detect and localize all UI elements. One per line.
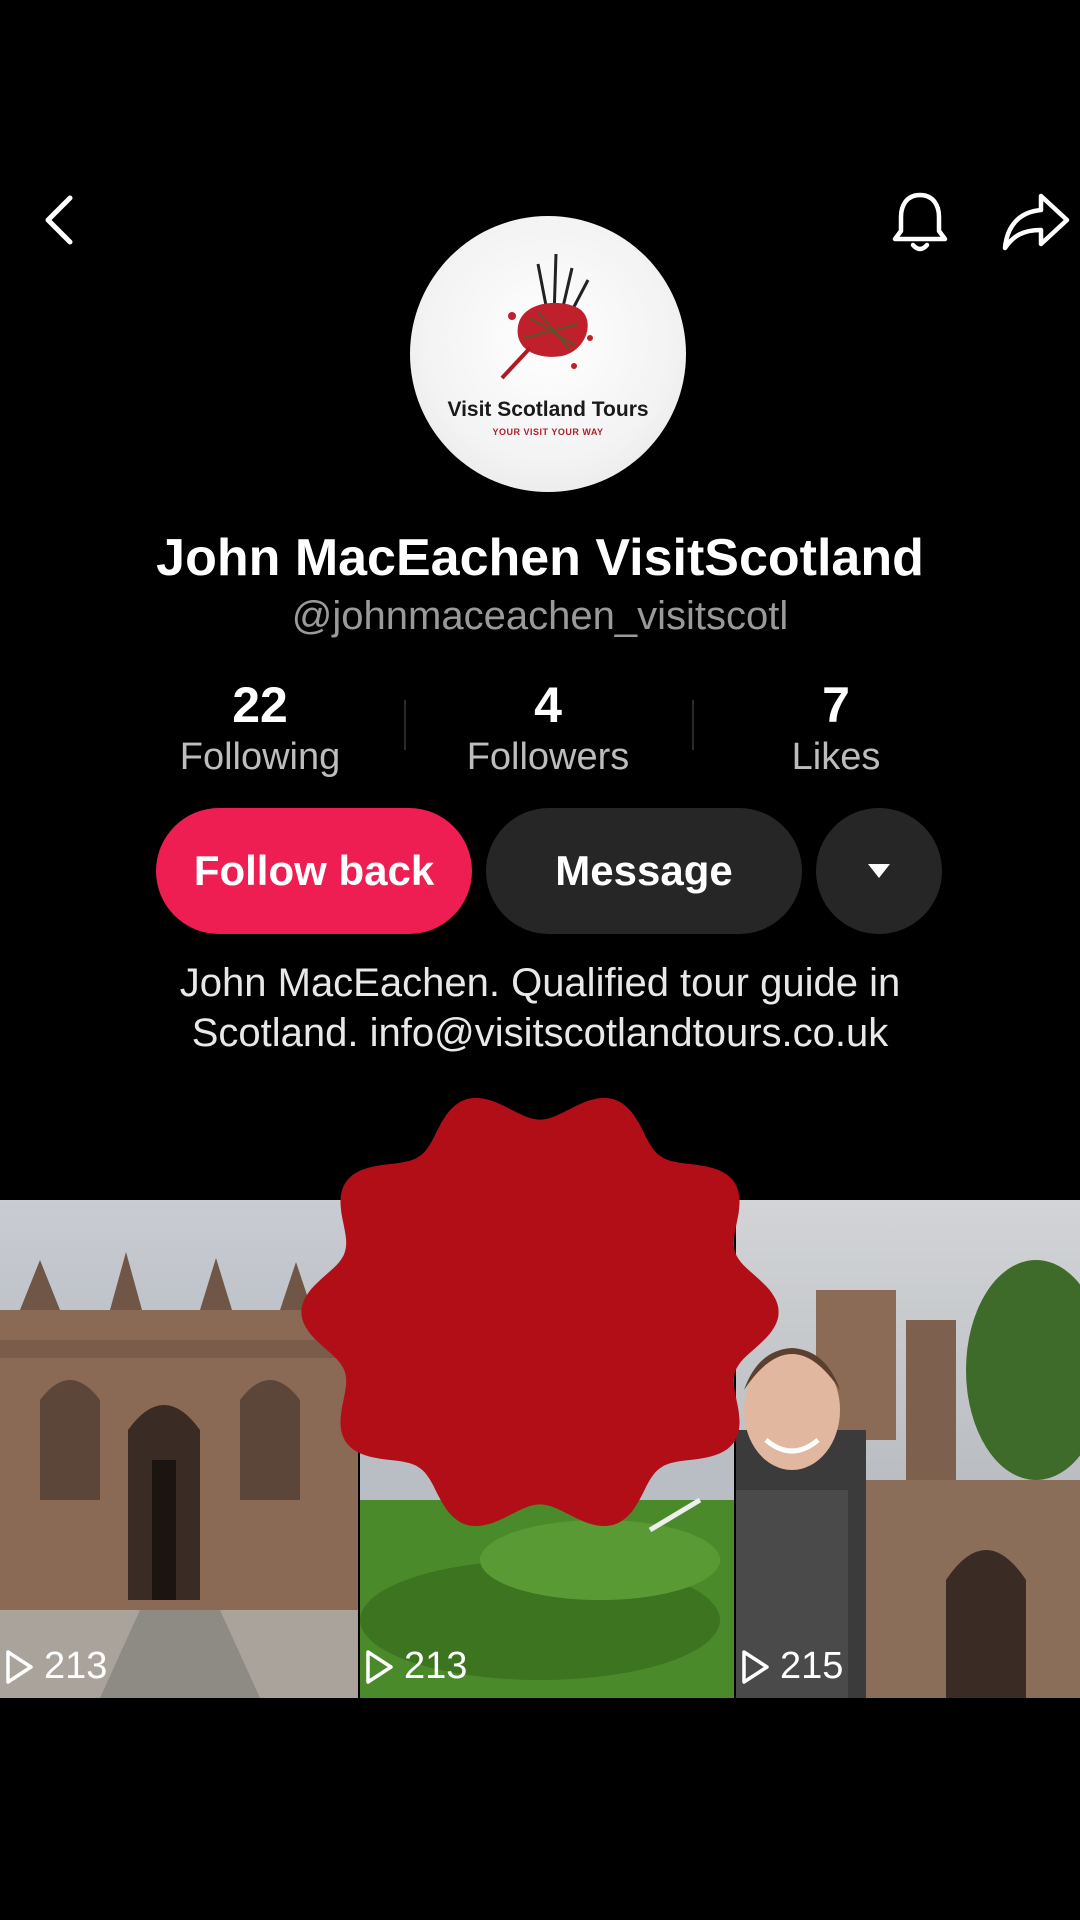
bagpipes-logo-icon [500, 253, 593, 380]
avatar-tagline-text: YOUR VISIT YOUR WAY [492, 427, 604, 437]
bio-line-2: Scotland. info@visitscotlandtours.co.uk [191, 1011, 889, 1055]
profile-handle: @johnmaceachen_visitscotl [291, 594, 789, 638]
view-count-text: 213 [404, 1645, 468, 1687]
avatar[interactable]: Visit Scotland Tours YOUR VISIT YOUR WAY [410, 216, 686, 492]
view-count: 213 [364, 1645, 467, 1688]
avatar-brand-text: Visit Scotland Tours [447, 398, 649, 421]
view-count-text: 215 [780, 1645, 844, 1687]
bio-line-1: John MacEachen. Qualified tour guide in [179, 961, 901, 1005]
stat-following[interactable]: 22 Following [130, 676, 390, 780]
follow-back-button[interactable]: Follow back [156, 808, 472, 934]
following-label: Following [179, 736, 341, 778]
view-count: 213 [4, 1645, 107, 1688]
bell-icon [892, 192, 948, 252]
view-count-text: 213 [44, 1645, 108, 1687]
following-count: 22 [232, 677, 288, 733]
view-count: 215 [740, 1645, 843, 1688]
share-button[interactable] [996, 186, 1076, 258]
chevron-left-icon [45, 195, 73, 245]
redaction-badge [301, 1098, 779, 1526]
back-button[interactable] [30, 190, 90, 250]
notification-bell-button[interactable] [884, 186, 956, 258]
play-icon [742, 1649, 769, 1684]
followers-count: 4 [534, 677, 562, 733]
stat-divider [692, 700, 694, 750]
share-arrow-icon [1002, 193, 1070, 251]
more-options-button[interactable] [816, 808, 942, 934]
stat-likes[interactable]: 7 Likes [706, 676, 966, 780]
play-icon [366, 1649, 393, 1684]
profile-name: John MacEachen VisitScotland [156, 529, 924, 587]
message-button[interactable]: Message [486, 808, 802, 934]
likes-count: 7 [822, 677, 850, 733]
play-icon [6, 1649, 33, 1684]
stat-divider [404, 700, 406, 750]
caret-down-icon [868, 864, 890, 878]
followers-label: Followers [466, 736, 630, 778]
likes-label: Likes [791, 736, 881, 778]
profile-bio: John MacEachen. Qualified tour guide in … [0, 958, 1080, 1058]
stat-followers[interactable]: 4 Followers [418, 676, 678, 780]
